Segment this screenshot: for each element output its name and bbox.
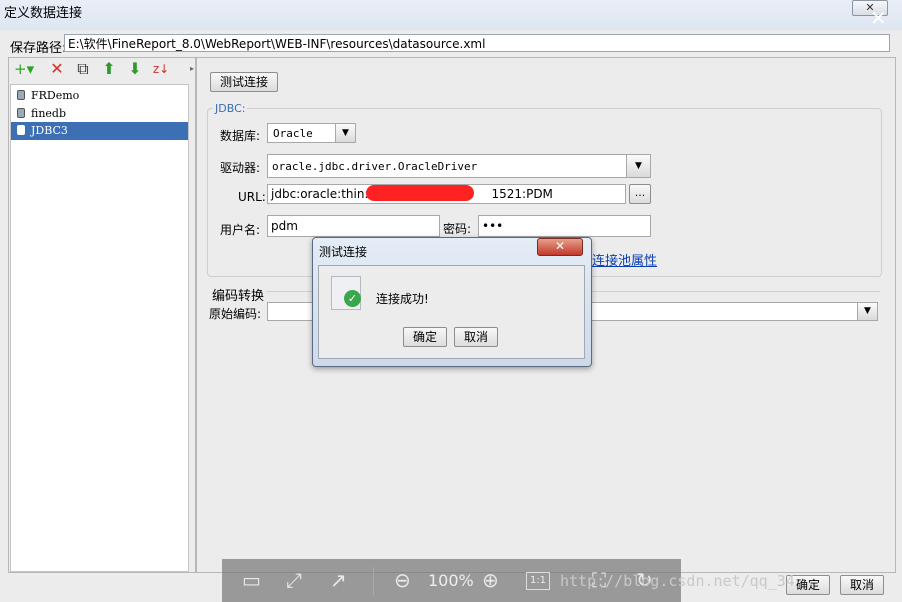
connection-list: FRDemo finedb JDBC3 [10, 84, 189, 572]
save-path-field[interactable]: E:\软件\FineReport_8.0\WebReport\WEB-INF\r… [64, 34, 890, 52]
move-up-icon[interactable]: ⬆ [100, 60, 118, 78]
driver-select[interactable]: oracle.jdbc.driver.OracleDriver ▼ [267, 154, 651, 178]
title-bar [0, 0, 902, 30]
zoom-level: 100% [428, 571, 474, 590]
move-down-icon[interactable]: ⬇ [126, 60, 144, 78]
cancel-button[interactable]: 取消 [840, 575, 884, 595]
divider [373, 567, 374, 595]
list-item-selected[interactable]: JDBC3 [11, 122, 188, 140]
test-connection-button[interactable]: 测试连接 [210, 72, 278, 92]
browse-button[interactable]: ... [629, 184, 651, 204]
pool-properties-link[interactable]: 连接池属性 [592, 250, 657, 269]
share-icon[interactable]: ↗ [330, 566, 347, 594]
username-label: 用户名: [220, 223, 261, 237]
watermark: http://blog.csdn.net/qq_34 [560, 572, 795, 590]
database-label: 数据库: [220, 129, 261, 143]
list-item[interactable]: finedb [11, 105, 188, 123]
password-label: 密码: [443, 222, 472, 236]
dialog-message: 连接成功! [376, 292, 429, 306]
save-path-label: 保存路径: [10, 41, 67, 56]
sort-icon[interactable]: z↓ [152, 60, 170, 78]
copy-icon[interactable]: ⧉ [74, 60, 92, 78]
dialog-title: 测试连接 [319, 245, 368, 259]
source-encoding-label: 原始编码: [209, 307, 262, 321]
redaction-mark [366, 185, 474, 201]
dialog-close-button[interactable]: ✕ [537, 238, 583, 256]
jdbc-legend: JDBC: [213, 102, 248, 115]
database-icon [17, 108, 25, 118]
dialog-cancel-button[interactable]: 取消 [454, 327, 498, 347]
window-title: 定义数据连接 [4, 6, 83, 21]
chevron-down-icon[interactable]: ▼ [335, 124, 355, 142]
actual-size-icon[interactable]: 1:1 [526, 572, 550, 590]
zoom-in-icon[interactable]: ⊕ [482, 566, 499, 594]
database-icon [17, 90, 25, 100]
database-icon [17, 125, 25, 135]
url-label: URL: [238, 190, 266, 204]
database-select[interactable]: Oracle ▼ [267, 123, 356, 143]
driver-label: 驱动器: [220, 161, 261, 175]
chevron-down-icon[interactable]: ▼ [857, 303, 877, 320]
expand-icon[interactable]: ⤢ [286, 566, 302, 594]
collapse-arrow-icon[interactable]: ▸ [190, 64, 194, 73]
save-icon[interactable]: ▭ [242, 566, 261, 594]
close-icon[interactable]: ✕ [870, 6, 887, 30]
username-field[interactable]: pdm [267, 215, 440, 237]
zoom-out-icon[interactable]: ⊖ [394, 566, 411, 594]
dialog-ok-button[interactable]: 确定 [403, 327, 447, 347]
success-check-icon: ✓ [344, 290, 361, 307]
encoding-title: 编码转换 [212, 289, 265, 304]
chevron-down-icon[interactable]: ▼ [626, 155, 650, 177]
list-item[interactable]: FRDemo [11, 87, 188, 105]
add-icon[interactable]: +▾ [14, 60, 34, 78]
password-field[interactable]: ••• [478, 215, 651, 237]
delete-icon[interactable]: ✕ [48, 60, 66, 78]
